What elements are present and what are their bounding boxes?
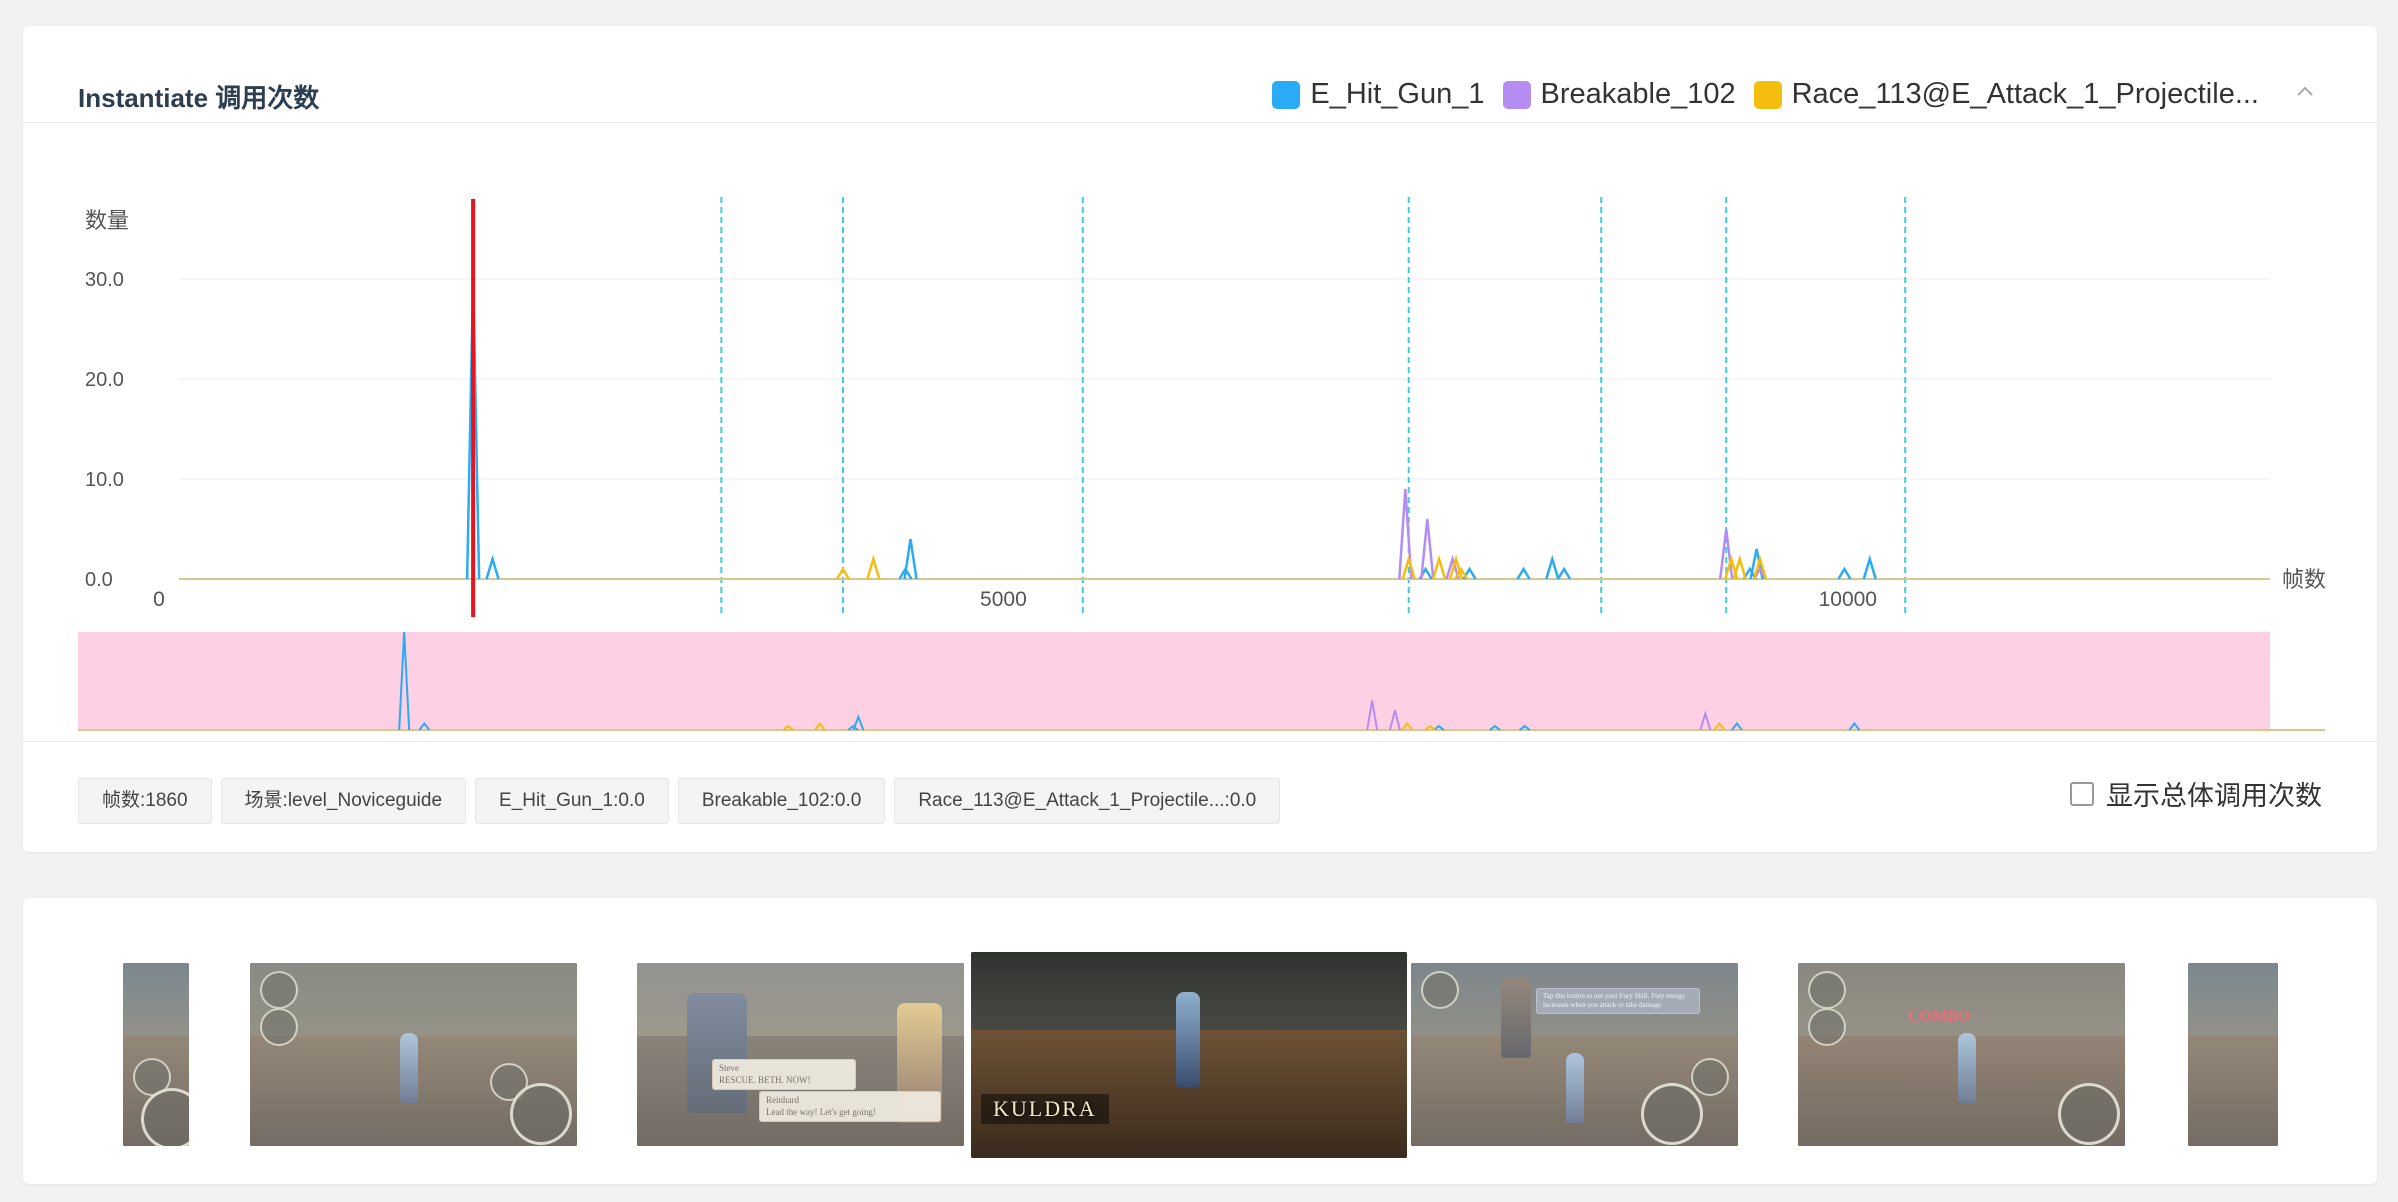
legend-swatch (1502, 80, 1531, 109)
series-spike (1732, 554, 1747, 580)
legend-label: Breakable_102 (1540, 78, 1736, 110)
npc-character (1501, 978, 1531, 1058)
series-spike (1862, 554, 1877, 580)
y-tick-label: 0.0 (85, 569, 113, 591)
npc-character (897, 1003, 942, 1123)
player-character (1958, 1033, 1976, 1103)
frame-info-tags: 帧数:1860 场景:level_Noviceguide E_Hit_Gun_1… (78, 778, 1281, 824)
scene-floor (637, 1036, 964, 1146)
screenshot-thumbnail[interactable]: COMBO (1798, 963, 2125, 1146)
legend-item-race-projectile[interactable]: Race_113@E_Attack_1_Projectile... (1753, 78, 2259, 111)
tag-frame: 帧数:1860 (78, 778, 212, 824)
hud-button-icon (260, 971, 298, 1009)
npc-character (687, 993, 747, 1113)
chart-legend: E_Hit_Gun_1 Breakable_102 Race_113@E_Att… (1272, 78, 2259, 111)
series-spike (1545, 554, 1560, 580)
call-count-chart[interactable]: 0.0 10.0 20.0 30.0 数量 0 5000 10000 帧数 (23, 122, 2377, 740)
scene-floor (123, 1036, 189, 1146)
show-total-toggle[interactable]: 显示总体调用次数 (2070, 774, 2322, 813)
chevron-up-icon[interactable] (2293, 80, 2317, 104)
tag-race-projectile: Race_113@E_Attack_1_Projectile...:0.0 (894, 778, 1281, 824)
scene-sky (637, 963, 964, 1046)
player-character (400, 1033, 418, 1103)
tag-e-hit-gun: E_Hit_Gun_1:0.0 (475, 778, 669, 824)
panel-title: Instantiate 调用次数 (78, 83, 320, 113)
instantiate-panel: Instantiate 调用次数 E_Hit_Gun_1 Breakable_1… (23, 26, 2377, 852)
hud-button-icon (260, 1008, 298, 1046)
series-spike (1837, 566, 1852, 580)
dialog-text: Lead the way! Let's get going! (766, 1106, 876, 1117)
legend-item-breakable[interactable]: Breakable_102 (1502, 78, 1736, 111)
series-spike (1557, 566, 1572, 580)
scene-sky (250, 963, 577, 1046)
screenshot-thumbnail[interactable] (123, 963, 189, 1146)
legend-item-e-hit-gun[interactable]: E_Hit_Gun_1 (1272, 78, 1485, 111)
screenshot-thumbnail[interactable] (250, 963, 577, 1146)
y-tick-label: 30.0 (85, 269, 124, 291)
y-axis-label: 数量 (85, 208, 129, 233)
screenshot-thumbnail[interactable]: Tap this button to use your Fury Skill. … (1411, 963, 1738, 1146)
scene-sky (1411, 963, 1738, 1046)
combo-text: COMBO (1908, 1008, 1971, 1025)
dialog-box: Steve RESCUE. BETH. NOW! (712, 1059, 856, 1091)
series-spike (903, 538, 918, 580)
x-tick-label: 0 (153, 588, 165, 611)
tag-scene: 场景:level_Noviceguide (220, 778, 467, 824)
scene-sky (2188, 963, 2278, 1046)
tip-text: Tap this button to use your Fury Skill. … (1543, 992, 1686, 1010)
dialog-speaker: Steve (719, 1063, 739, 1073)
player-character (1176, 992, 1200, 1087)
player-character (1566, 1053, 1584, 1123)
hud-button-icon (1808, 1008, 1846, 1046)
attack-button-icon (510, 1083, 572, 1145)
show-total-label: 显示总体调用次数 (2106, 781, 2322, 811)
scene-floor (1798, 1036, 2125, 1146)
scene-floor (250, 1036, 577, 1146)
hud-button-icon (133, 1058, 171, 1096)
scene-sky (1798, 963, 2125, 1046)
panel-header: Instantiate 调用次数 E_Hit_Gun_1 Breakable_1… (23, 26, 2377, 123)
hud-button-icon (490, 1063, 528, 1101)
y-tick-label: 10.0 (85, 469, 124, 491)
screenshot-thumbnail[interactable] (2188, 963, 2278, 1146)
series-spike (1431, 554, 1447, 580)
series-spike (1516, 566, 1531, 580)
hud-button-icon (1691, 1058, 1729, 1096)
legend-swatch (1272, 80, 1301, 109)
scene-floor (1411, 1036, 1738, 1146)
x-tick-label: 10000 (1819, 588, 1877, 611)
y-tick-label: 20.0 (85, 369, 124, 391)
x-axis-label: 帧数 (2282, 567, 2326, 592)
tag-breakable: Breakable_102:0.0 (677, 778, 886, 824)
tutorial-tip: Tap this button to use your Fury Skill. … (1536, 988, 1700, 1015)
legend-label: E_Hit_Gun_1 (1310, 78, 1485, 110)
location-banner: KULDRA (981, 1094, 1109, 1124)
screenshot-thumbnail[interactable]: Steve RESCUE. BETH. NOW! Reinhard Lead t… (637, 963, 964, 1146)
legend-label: Race_113@E_Attack_1_Projectile... (1791, 78, 2259, 110)
screenshot-strip: Steve RESCUE. BETH. NOW! Reinhard Lead t… (23, 898, 2377, 1184)
series-spike (485, 554, 500, 580)
divider (23, 741, 2377, 742)
x-tick-label: 5000 (980, 588, 1027, 611)
show-total-checkbox[interactable] (2070, 781, 2094, 806)
hud-button-icon (1808, 971, 1846, 1009)
attack-button-icon (2058, 1083, 2120, 1145)
legend-swatch (1753, 80, 1782, 109)
dialog-text: RESCUE. BETH. NOW! (719, 1074, 811, 1085)
hud-button-icon (1421, 971, 1459, 1009)
scene-floor (2188, 1036, 2278, 1146)
fury-button-icon (1641, 1083, 1703, 1145)
scene-sky (123, 963, 189, 1046)
dialog-box: Reinhard Lead the way! Let's get going! (759, 1091, 941, 1123)
dialog-speaker: Reinhard (766, 1095, 799, 1105)
screenshot-thumbnail-selected[interactable]: KULDRA (971, 952, 1407, 1158)
attack-button-icon (141, 1088, 189, 1146)
series-spike (866, 554, 881, 580)
